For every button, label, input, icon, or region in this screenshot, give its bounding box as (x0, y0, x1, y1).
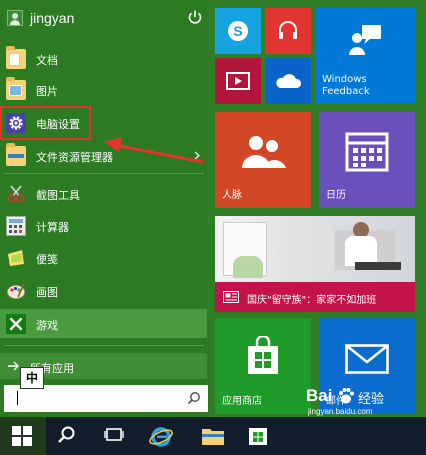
news-photo (215, 216, 415, 282)
baidu-paw-logo (339, 388, 354, 404)
people-icon (242, 136, 286, 168)
tile-store[interactable]: 应用商店 (215, 318, 311, 414)
menu-item-sticky-notes[interactable]: 便笺 (0, 243, 207, 272)
sticky-notes-icon (8, 250, 24, 266)
user-account-row[interactable]: jingyan (0, 0, 207, 36)
search-icon[interactable] (187, 391, 201, 405)
search-icon (58, 426, 75, 443)
menu-item-label: 图片 (36, 85, 58, 98)
tile-skype[interactable]: S (215, 8, 261, 54)
cloud-icon (276, 74, 302, 88)
menu-item-games[interactable]: 游戏 (0, 309, 207, 338)
task-view-button[interactable] (92, 417, 138, 455)
tile-windows-feedback[interactable]: Windows Feedback (315, 8, 415, 104)
store-bag-icon (248, 336, 278, 374)
power-icon[interactable] (186, 8, 204, 26)
task-view-icon (104, 428, 124, 441)
taskbar (0, 417, 426, 455)
taskbar-search-button[interactable] (46, 417, 92, 455)
news-banner: 国庆"留守族"：家家不如加班 (215, 282, 415, 312)
menu-item-label: 画图 (36, 286, 58, 299)
mail-icon (345, 344, 389, 374)
tile-onedrive[interactable] (265, 58, 311, 104)
internet-explorer-icon (149, 427, 173, 447)
tile-music[interactable] (265, 8, 311, 54)
paint-icon (7, 283, 25, 299)
tile-calendar[interactable]: 日历 (319, 112, 415, 208)
news-headline: 国庆"留守族"：家家不如加班 (247, 295, 377, 306)
video-icon (226, 72, 250, 90)
menu-item-paint[interactable]: 画图 (0, 276, 207, 305)
menu-divider (4, 173, 204, 174)
store-icon (249, 428, 267, 445)
svg-text:S: S (233, 23, 242, 39)
tile-label: 人脉 (222, 190, 242, 201)
snipping-tool-icon (7, 185, 25, 203)
start-menu: jingyan 文档 图片 电脑设置 文件资源管理器 截图工具 计算器 便笺 画… (0, 0, 426, 417)
headphones-icon (279, 21, 297, 39)
tile-label: 应用商店 (222, 396, 262, 407)
feedback-person-icon (349, 25, 381, 55)
menu-item-label: 计算器 (36, 221, 69, 234)
pictures-folder-icon (6, 77, 26, 100)
taskbar-file-explorer-button[interactable] (190, 417, 236, 455)
xbox-games-icon (6, 314, 26, 334)
highlight-box (0, 106, 91, 140)
search-input[interactable] (14, 389, 174, 408)
tile-label: 日历 (326, 190, 346, 201)
tile-label: Windows Feedback (322, 74, 370, 97)
tile-video[interactable] (215, 58, 261, 104)
documents-folder-icon (6, 46, 26, 69)
tile-people[interactable]: 人脉 (215, 112, 311, 208)
watermark-brand: Bai (306, 386, 333, 405)
taskbar-ie-button[interactable] (138, 417, 184, 455)
arrow-right-icon (8, 361, 19, 371)
search-box[interactable] (4, 385, 208, 412)
start-menu-left-pane: jingyan 文档 图片 电脑设置 文件资源管理器 截图工具 计算器 便笺 画… (0, 0, 208, 417)
user-avatar-icon (7, 10, 23, 26)
menu-item-documents[interactable]: 文档 (0, 44, 207, 73)
menu-item-calculator[interactable]: 计算器 (0, 211, 207, 240)
user-name: jingyan (30, 10, 75, 26)
menu-item-pictures[interactable]: 图片 (0, 75, 207, 104)
menu-item-label: 便笺 (36, 253, 58, 266)
watermark-url: jingyan.baidu.com (308, 407, 373, 416)
baidu-watermark: Bai 经验 jingyan.baidu.com (306, 386, 424, 416)
menu-item-snipping-tool[interactable]: 截图工具 (0, 179, 207, 208)
calculator-icon (6, 216, 26, 236)
ime-indicator[interactable]: 中 (20, 367, 44, 389)
news-icon (223, 291, 239, 303)
arrow-pointer-icon (104, 137, 204, 163)
menu-item-label: 截图工具 (36, 189, 80, 202)
menu-item-label: 游戏 (36, 319, 58, 332)
menu-divider (4, 345, 204, 346)
file-explorer-icon (6, 143, 26, 166)
taskbar-store-button[interactable] (236, 417, 282, 455)
windows-logo-icon (12, 426, 32, 446)
watermark-brand-cn: 经验 (358, 391, 385, 406)
tile-news[interactable]: 国庆"留守族"：家家不如加班 (215, 216, 415, 312)
skype-icon: S (228, 21, 248, 41)
folder-icon (202, 429, 224, 445)
start-button[interactable] (0, 417, 46, 455)
calendar-icon (345, 132, 389, 172)
menu-item-label: 文件资源管理器 (36, 151, 113, 164)
menu-item-label: 文档 (36, 54, 58, 67)
